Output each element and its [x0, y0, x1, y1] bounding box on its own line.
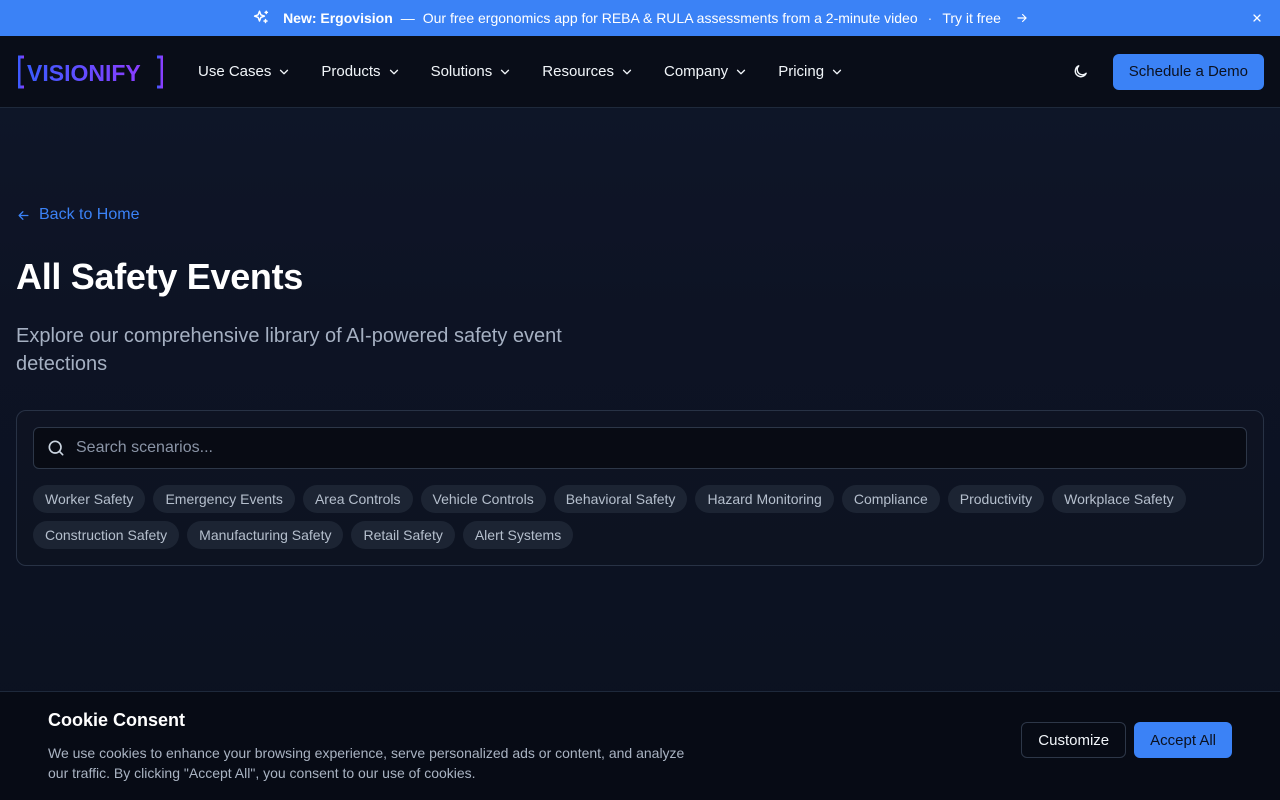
banner-separator: · — [927, 10, 933, 26]
cookie-consent-bar: Cookie Consent We use cookies to enhance… — [0, 691, 1280, 800]
chip-emergency-events[interactable]: Emergency Events — [153, 485, 295, 513]
filter-panel: Worker Safety Emergency Events Area Cont… — [16, 410, 1264, 566]
back-to-home-link[interactable]: Back to Home — [16, 206, 139, 224]
chip-manufacturing-safety[interactable]: Manufacturing Safety — [187, 521, 344, 549]
nav-menu: Use Cases Products Solutions Resources C… — [198, 63, 844, 80]
moon-icon[interactable] — [1067, 58, 1095, 86]
search-input[interactable] — [76, 439, 1234, 457]
banner-dash: — — [400, 10, 415, 26]
nav-item-use-cases[interactable]: Use Cases — [198, 63, 291, 80]
chevron-down-icon — [832, 69, 842, 74]
nav-item-products[interactable]: Products — [321, 63, 400, 80]
chevron-down-icon — [389, 69, 398, 74]
back-link-label: Back to Home — [39, 206, 140, 223]
nav-item-company[interactable]: Company — [664, 63, 748, 80]
close-icon[interactable] — [1248, 9, 1266, 27]
main-nav: VISIONIFY Use Cases Products Solutions R… — [0, 36, 1280, 108]
main-content: Back to Home All Safety Events Explore o… — [0, 206, 1280, 566]
arrow-right-icon[interactable] — [1015, 11, 1029, 25]
chevron-down-icon — [280, 69, 289, 74]
nav-item-label: Resources — [542, 63, 614, 80]
chip-area-controls[interactable]: Area Controls — [302, 485, 413, 513]
nav-item-label: Products — [321, 63, 381, 80]
page-subtitle: Explore our comprehensive library of AI-… — [16, 325, 562, 375]
banner-try-link[interactable]: Try it free — [942, 10, 1001, 26]
nav-item-label: Solutions — [430, 63, 493, 80]
nav-actions: Schedule a Demo — [1067, 53, 1264, 90]
banner-new-label: New: Ergovision — [283, 10, 393, 26]
banner-message: Our free ergonomics app for REBA & RULA … — [422, 10, 918, 26]
search-icon — [48, 440, 64, 456]
cookie-text: Cookie Consent We use cookies to enhance… — [48, 710, 708, 783]
chevron-down-icon — [737, 69, 746, 74]
customize-button[interactable]: Customize — [1021, 722, 1127, 758]
chip-behavioral-safety[interactable]: Behavioral Safety — [553, 485, 688, 513]
page-title: All Safety Events — [16, 256, 304, 297]
accept-all-button[interactable]: Accept All — [1134, 722, 1232, 758]
nav-item-label: Company — [663, 63, 729, 80]
chevron-down-icon — [622, 69, 632, 74]
nav-item-label: Use Cases — [198, 63, 272, 80]
chip-vehicle-controls[interactable]: Vehicle Controls — [420, 485, 546, 513]
category-chips: Worker Safety Emergency Events Area Cont… — [33, 485, 1247, 549]
chip-hazard-monitoring[interactable]: Hazard Monitoring — [695, 485, 834, 513]
cookie-title: Cookie Consent — [48, 709, 186, 730]
nav-item-pricing[interactable]: Pricing — [778, 63, 844, 80]
nav-item-resources[interactable]: Resources — [542, 63, 634, 80]
logo-text: VISIONIFY — [27, 60, 141, 86]
cookie-body: We use cookies to enhance your browsing … — [48, 744, 685, 781]
nav-item-solutions[interactable]: Solutions — [431, 63, 513, 80]
chip-construction-safety[interactable]: Construction Safety — [33, 521, 180, 549]
announcement-banner: New: Ergovision — Our free ergonomics ap… — [0, 0, 1280, 36]
nav-item-label: Pricing — [778, 63, 825, 80]
logo[interactable]: VISIONIFY — [18, 54, 163, 90]
search-box — [33, 427, 1247, 469]
chip-alert-systems[interactable]: Alert Systems — [462, 521, 574, 549]
chip-productivity[interactable]: Productivity — [947, 485, 1045, 513]
chip-retail-safety[interactable]: Retail Safety — [351, 521, 455, 549]
cookie-actions: Customize Accept All — [1021, 722, 1232, 758]
sparkles-icon — [251, 8, 271, 28]
schedule-demo-button[interactable]: Schedule a Demo — [1112, 53, 1264, 90]
chip-compliance[interactable]: Compliance — [841, 485, 940, 513]
chip-worker-safety[interactable]: Worker Safety — [33, 485, 146, 513]
arrow-left-icon — [18, 210, 29, 220]
chip-workplace-safety[interactable]: Workplace Safety — [1052, 485, 1186, 513]
chevron-down-icon — [501, 69, 510, 74]
